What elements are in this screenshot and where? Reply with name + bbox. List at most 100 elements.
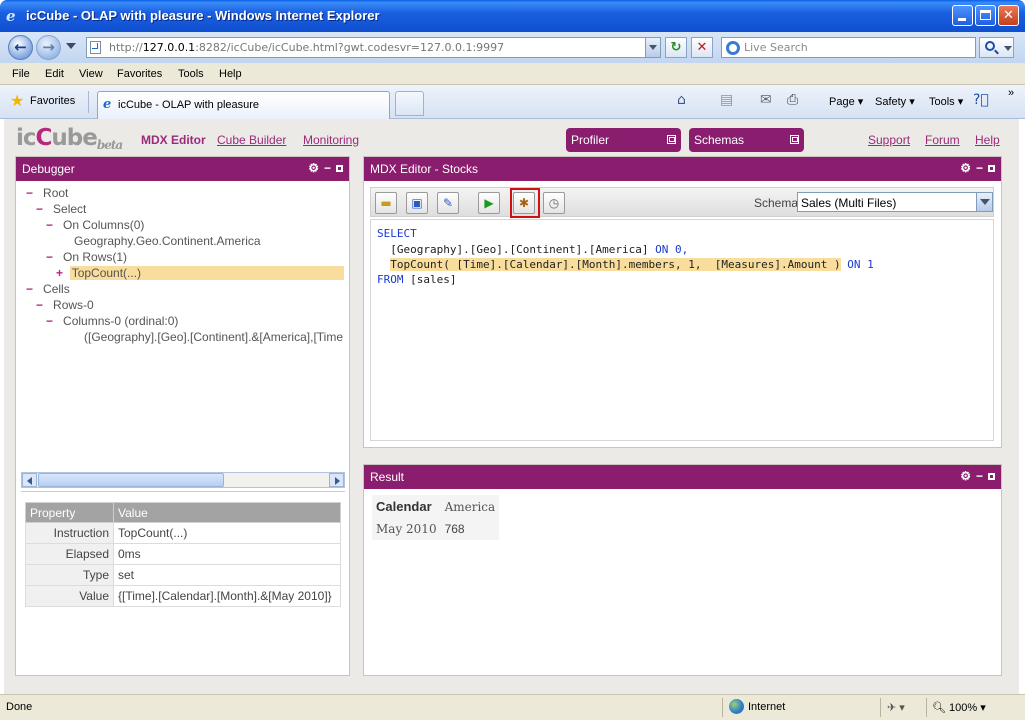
- mail-icon[interactable]: ✉: [760, 92, 772, 108]
- run-query-icon[interactable]: ▶: [478, 192, 500, 214]
- refresh-icon[interactable]: ↻: [665, 37, 687, 58]
- print-icon[interactable]: ⎙: [787, 92, 798, 108]
- scroll-thumb[interactable]: [38, 473, 224, 487]
- menu-view[interactable]: View: [79, 68, 103, 80]
- page-menu[interactable]: Page ▾: [829, 95, 863, 108]
- settings-gear-icon[interactable]: ⚙: [960, 469, 976, 483]
- tree-node-cell-tuple[interactable]: ([Geography].[Geo].[Continent].&[America…: [84, 330, 346, 344]
- help-icon[interactable]: ?⃝: [973, 92, 989, 108]
- menu-tools[interactable]: Tools: [178, 68, 204, 80]
- menu-edit[interactable]: Edit: [45, 68, 64, 80]
- tree-node-select[interactable]: − Select: [36, 202, 86, 216]
- save-icon[interactable]: ▣: [406, 192, 428, 214]
- tree-horizontal-scrollbar[interactable]: [21, 472, 345, 488]
- table-row: Type set: [25, 564, 341, 586]
- tree-node-geo-america[interactable]: Geography.Geo.Continent.America: [74, 234, 261, 248]
- debug-bug-icon[interactable]: ✱: [513, 192, 535, 214]
- maximize-button[interactable]: [975, 5, 996, 26]
- minimize-panel-icon[interactable]: −: [976, 469, 988, 483]
- live-search-icon: [726, 41, 740, 55]
- browser-tab-active[interactable]: e icCube - OLAP with pleasure: [97, 91, 390, 119]
- feeds-icon[interactable]: ▤: [720, 92, 733, 108]
- history-dropdown-icon[interactable]: [66, 43, 76, 49]
- maximize-panel-icon[interactable]: [336, 165, 343, 173]
- address-dropdown-button[interactable]: [645, 38, 660, 57]
- panel-splitter[interactable]: [21, 491, 345, 493]
- column-header-value: Value: [113, 502, 341, 523]
- scroll-left-icon[interactable]: [22, 473, 37, 487]
- tree-node-cells[interactable]: − Cells: [26, 282, 70, 296]
- save-as-icon[interactable]: ✎: [437, 192, 459, 214]
- ie-logo-icon: e: [6, 7, 16, 25]
- result-grid: Calendar America May 2010 768: [372, 495, 500, 540]
- window-title: icCube - OLAP with pleasure - Windows In…: [26, 8, 380, 23]
- schema-select[interactable]: Sales (Multi Files): [797, 192, 993, 212]
- debugger-header: Debugger ⚙−: [16, 157, 349, 181]
- scroll-right-icon[interactable]: [329, 473, 344, 487]
- result-row-member: May 2010: [376, 522, 437, 536]
- tree-node-root[interactable]: − Root: [26, 186, 68, 200]
- result-column-member: America: [444, 499, 496, 514]
- search-input[interactable]: Live Search: [721, 37, 976, 58]
- schemas-button[interactable]: Schemas: [689, 128, 804, 152]
- back-button[interactable]: ←: [8, 35, 33, 60]
- tree-node-on-columns[interactable]: − On Columns(0): [46, 218, 144, 232]
- page-icon: [90, 41, 101, 54]
- status-text: Done: [6, 701, 33, 713]
- minimize-panel-icon[interactable]: −: [324, 161, 336, 175]
- forward-button[interactable]: →: [36, 35, 61, 60]
- support-link[interactable]: Support: [868, 133, 910, 147]
- safety-menu[interactable]: Safety ▾: [875, 95, 915, 108]
- chevron-more-icon[interactable]: »: [1008, 87, 1014, 99]
- favorites-bar: ★ Favorites e icCube - OLAP with pleasur…: [0, 85, 1025, 119]
- nav-mdx-editor[interactable]: MDX Editor: [141, 133, 206, 147]
- stop-icon[interactable]: ✕: [691, 37, 713, 58]
- mdx-code-editor[interactable]: SELECT [Geography].[Geo].[Continent].[Am…: [370, 219, 994, 441]
- forum-link[interactable]: Forum: [925, 133, 960, 147]
- new-tab-button[interactable]: [395, 91, 424, 116]
- nav-monitoring[interactable]: Monitoring: [303, 133, 359, 147]
- maximize-panel-icon[interactable]: [988, 473, 995, 481]
- table-row: Value {[Time].[Calendar].[Month].&[May 20…: [25, 585, 341, 607]
- tree-node-topcount-selected[interactable]: + TopCount(...): [56, 266, 346, 280]
- menu-bar: File Edit View Favorites Tools Help: [0, 63, 1025, 85]
- open-folder-icon[interactable]: ▬: [375, 192, 397, 214]
- tools-menu[interactable]: Tools ▾: [929, 95, 963, 108]
- minimize-button[interactable]: [952, 5, 973, 26]
- result-row-header: Calendar: [376, 499, 432, 514]
- menu-file[interactable]: File: [12, 68, 30, 80]
- settings-gear-icon[interactable]: ⚙: [960, 161, 976, 175]
- ie-page-icon: e: [103, 97, 112, 112]
- search-button[interactable]: [979, 37, 1014, 58]
- app-area: icCubebeta MDX Editor Cube Builder Monit…: [4, 119, 1019, 694]
- security-zone: Internet: [748, 701, 786, 713]
- tree-node-rows-0[interactable]: − Rows-0: [36, 298, 94, 312]
- maximize-panel-icon[interactable]: [988, 165, 995, 173]
- chevron-down-icon[interactable]: [976, 193, 992, 211]
- menu-help[interactable]: Help: [219, 68, 242, 80]
- mdx-toolbar: ▬ ▣ ✎ ▶ ✱ ◷ Schema Sales (Multi Files): [370, 187, 994, 218]
- protected-mode-icon[interactable]: ✈ ▾: [887, 701, 905, 714]
- favorites-button[interactable]: Favorites: [30, 95, 75, 107]
- highlighted-expression: TopCount( [Time].[Calendar].[Month].memb…: [390, 258, 841, 271]
- iccube-logo: icCubebeta: [16, 125, 123, 152]
- restore-icon: [667, 135, 676, 144]
- table-row: Elapsed 0ms: [25, 543, 341, 565]
- result-panel: Result ⚙− Calendar America May 2010 768: [363, 464, 1002, 676]
- profiler-button[interactable]: Profiler: [566, 128, 681, 152]
- table-row: Instruction TopCount(...): [25, 522, 341, 544]
- nav-cube-builder[interactable]: Cube Builder: [217, 133, 286, 147]
- help-link[interactable]: Help: [975, 133, 1000, 147]
- tree-node-columns-0[interactable]: − Columns-0 (ordinal:0): [46, 314, 178, 328]
- history-clock-icon[interactable]: ◷: [543, 192, 565, 214]
- settings-gear-icon[interactable]: ⚙: [308, 161, 324, 175]
- close-button[interactable]: ✕: [998, 5, 1019, 26]
- menu-favorites[interactable]: Favorites: [117, 68, 162, 80]
- home-icon[interactable]: ⌂: [677, 92, 686, 108]
- status-bar: Done Internet ✈ ▾ 🔍︎ 100% ▾: [0, 694, 1025, 720]
- favorites-star-icon[interactable]: ★: [10, 91, 24, 110]
- zoom-level[interactable]: 🔍︎ 100% ▾: [932, 701, 986, 714]
- tree-node-on-rows[interactable]: − On Rows(1): [46, 250, 127, 264]
- address-input[interactable]: http://127.0.0.1:8282/icCube/icCube.html…: [86, 37, 661, 58]
- minimize-panel-icon[interactable]: −: [976, 161, 988, 175]
